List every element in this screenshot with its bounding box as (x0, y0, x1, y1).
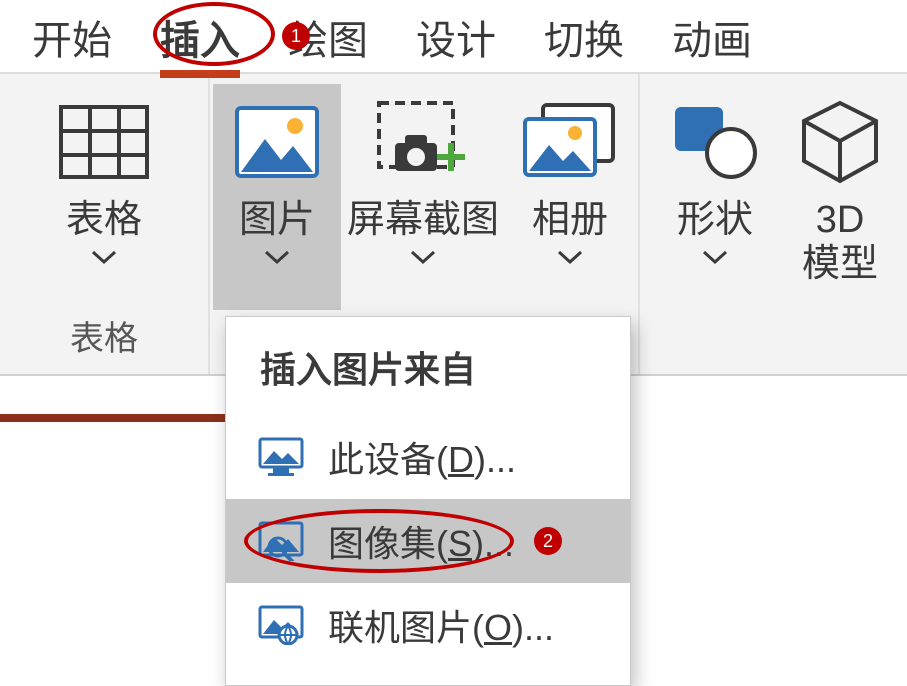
chevron-down-icon (264, 250, 290, 266)
group-illustrations: 形状 3D 模型 (640, 74, 900, 374)
tab-insert[interactable]: 插入 (136, 0, 264, 76)
photo-album-button-label: 相册 (532, 198, 608, 242)
ribbon-tabs: 开始 插入 绘图 设计 切换 动画 (0, 0, 907, 74)
table-button-label: 表格 (66, 198, 142, 242)
device-icon (258, 437, 304, 477)
menu-item-this-device[interactable]: 此设备(D)... (226, 415, 630, 499)
photo-album-icon (523, 92, 617, 192)
screenshot-button-label: 屏幕截图 (347, 198, 499, 242)
screenshot-icon (375, 92, 471, 192)
pictures-button[interactable]: 图片 (213, 84, 341, 310)
photo-album-button[interactable]: 相册 (505, 84, 635, 310)
online-pictures-icon (258, 605, 304, 645)
menu-item-online-pictures[interactable]: 联机图片(O)... (226, 583, 630, 667)
3d-models-button[interactable]: 3D 模型 (785, 84, 895, 310)
menu-item-stock-images[interactable]: 图像集(S)... (226, 499, 630, 583)
3d-models-button-label: 3D 模型 (802, 198, 878, 286)
menu-item-label: 联机图片(O)... (328, 599, 600, 651)
chevron-down-icon (91, 250, 117, 266)
tab-transitions[interactable]: 切换 (520, 0, 648, 76)
chevron-down-icon (702, 250, 728, 266)
group-tables-label: 表格 (70, 311, 138, 360)
tab-draw[interactable]: 绘图 (264, 0, 392, 76)
shapes-button-label: 形状 (677, 198, 753, 242)
shapes-button[interactable]: 形状 (645, 84, 785, 310)
tab-animations[interactable]: 动画 (648, 0, 776, 76)
table-icon (59, 92, 149, 192)
table-button[interactable]: 表格 (9, 84, 199, 297)
slide-indicator-stripe (0, 414, 225, 422)
chevron-down-icon (557, 250, 583, 266)
menu-item-label: 此设备(D)... (328, 431, 600, 483)
tab-home[interactable]: 开始 (8, 0, 136, 76)
cube-icon (798, 92, 882, 192)
tab-design[interactable]: 设计 (392, 0, 520, 76)
pictures-button-label: 图片 (239, 198, 315, 242)
group-tables: 表格 表格 (0, 74, 210, 374)
chevron-down-icon (410, 250, 436, 266)
stock-images-icon (258, 521, 304, 561)
menu-item-label: 图像集(S)... (328, 515, 600, 567)
picture-icon (235, 92, 319, 192)
insert-picture-menu-title: 插入图片来自 (226, 317, 630, 415)
insert-picture-menu: 插入图片来自 此设备(D)... 图像集(S)... (225, 316, 631, 686)
screenshot-button[interactable]: 屏幕截图 (341, 84, 505, 310)
shapes-icon (669, 92, 761, 192)
